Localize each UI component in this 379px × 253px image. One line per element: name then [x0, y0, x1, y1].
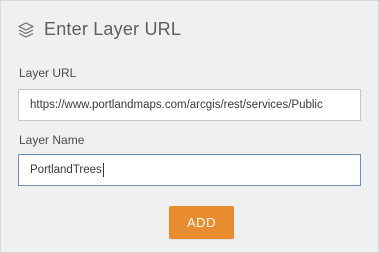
layer-url-label: Layer URL: [19, 66, 77, 80]
layer-url-input[interactable]: https://www.portlandmaps.com/arcgis/rest…: [18, 89, 361, 121]
layers-icon: [17, 21, 35, 39]
panel-title: Enter Layer URL: [44, 19, 182, 39]
layer-name-label: Layer Name: [19, 133, 85, 147]
panel-header: Enter Layer URL: [17, 19, 181, 40]
layer-url-value: https://www.portlandmaps.com/arcgis/rest…: [30, 99, 323, 111]
layer-name-value: PortlandTrees: [30, 164, 102, 176]
enter-layer-url-panel: Enter Layer URL Layer URL https://www.po…: [0, 0, 379, 253]
layer-name-input[interactable]: PortlandTrees: [18, 154, 361, 186]
add-button[interactable]: ADD: [169, 206, 234, 239]
text-caret: [102, 163, 104, 177]
